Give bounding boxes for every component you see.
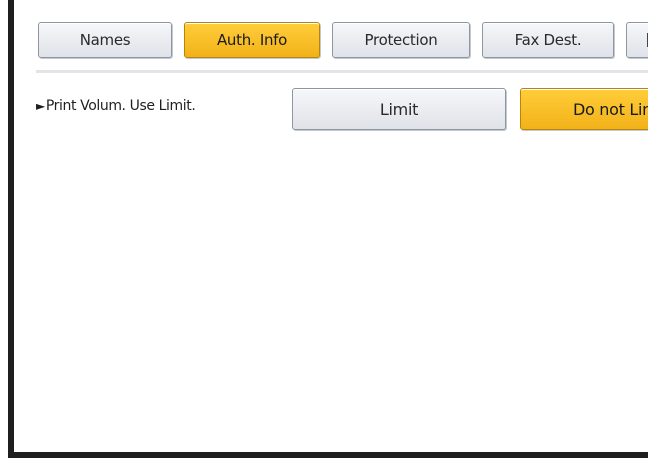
tab-auth-info-label: Auth. Info [216, 31, 288, 49]
tab-next-partial[interactable] [626, 22, 648, 58]
print-volume-limit-label: ►Print Volum. Use Limit. [36, 98, 196, 114]
do-not-limit-button-label: Do not Lim [573, 99, 648, 119]
tab-fax-dest[interactable]: Fax Dest. [482, 22, 614, 58]
tab-protection-label: Protection [364, 31, 438, 49]
tab-fax-dest-label: Fax Dest. [514, 31, 582, 49]
tab-next-partial-glyph [647, 33, 648, 47]
tab-names[interactable]: Names [38, 22, 172, 58]
panel-screen: Names Auth. Info Protection Fax Dest. ►P… [8, 0, 648, 458]
tab-divider [36, 70, 648, 73]
print-volume-limit-row: ►Print Volum. Use Limit. Limit Do not Li… [36, 88, 648, 130]
print-volume-limit-text: Print Volum. Use Limit. [45, 98, 196, 114]
tab-bar: Names Auth. Info Protection Fax Dest. [38, 22, 648, 58]
limit-button-label: Limit [379, 99, 419, 119]
limit-button[interactable]: Limit [292, 88, 506, 130]
pointer-arrow-icon: ► [36, 99, 45, 113]
tab-protection[interactable]: Protection [332, 22, 470, 58]
do-not-limit-button[interactable]: Do not Lim [520, 88, 648, 130]
tab-auth-info[interactable]: Auth. Info [184, 22, 320, 58]
tab-names-label: Names [79, 31, 131, 49]
